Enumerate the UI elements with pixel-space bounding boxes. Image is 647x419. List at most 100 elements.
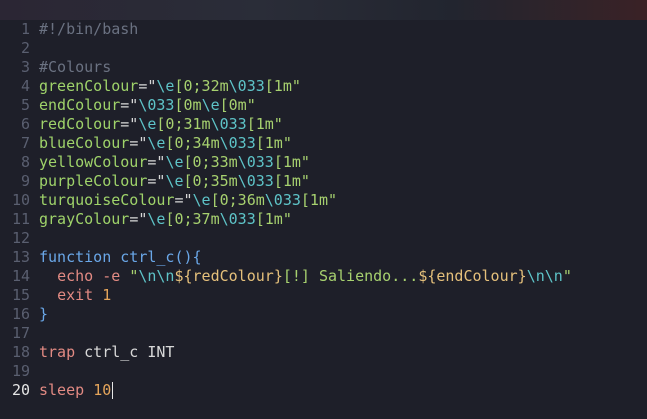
- line-number: 7: [20, 134, 30, 152]
- line-code[interactable]: redColour="\e[0;31m\033[1m": [39, 115, 283, 134]
- code-token: (){: [174, 248, 202, 266]
- code-token: [0;32m: [174, 77, 229, 95]
- code-line[interactable]: 11 grayColour="\e[0;37m\033[1m": [0, 210, 647, 229]
- line-number: 3: [20, 58, 30, 76]
- code-token: ${: [418, 267, 437, 285]
- code-token: greenColour: [39, 77, 139, 95]
- code-token: endColour: [436, 267, 518, 285]
- code-token: \e: [201, 96, 220, 114]
- text-editor[interactable]: 1 #!/bin/bash 2 3 #Colours 4 greenColour="\e[0…: [0, 0, 647, 419]
- code-token: \033: [138, 96, 175, 114]
- code-line[interactable]: 20 sleep 10: [0, 381, 647, 400]
- code-token: \033: [219, 210, 256, 228]
- code-token: \e: [192, 191, 211, 209]
- text-cursor: [112, 382, 114, 399]
- code-token: }: [39, 305, 49, 323]
- code-token: [0;31m: [156, 115, 211, 133]
- code-token: [1m": [273, 153, 310, 171]
- line-number: 4: [20, 77, 30, 95]
- code-token: [1m": [255, 134, 292, 152]
- line-number: 19: [11, 362, 30, 380]
- code-line[interactable]: 7 blueColour="\e[0;34m\033[1m": [0, 134, 647, 153]
- line-code[interactable]: grayColour="\e[0;37m\033[1m": [39, 210, 292, 229]
- code-token: [!] Saliendo...: [282, 267, 419, 285]
- line-number: 5: [20, 96, 30, 114]
- code-token: function: [39, 248, 112, 266]
- code-token: =": [129, 210, 148, 228]
- code-token: [0;35m: [183, 172, 238, 190]
- code-line[interactable]: 1 #!/bin/bash: [0, 20, 647, 39]
- code-line[interactable]: 18 trap ctrl_c INT: [0, 343, 647, 362]
- line-code[interactable]: yellowColour="\e[0;33m\033[1m": [39, 153, 310, 172]
- code-line[interactable]: 9 purpleColour="\e[0;35m\033[1m": [0, 172, 647, 191]
- code-token: #Colours: [39, 58, 112, 76]
- line-code[interactable]: turquoiseColour="\e[0;36m\033[1m": [39, 191, 337, 210]
- code-line[interactable]: 2: [0, 39, 647, 58]
- line-number: 16: [11, 305, 30, 323]
- code-line[interactable]: 5 endColour="\033[0m\e[0m": [0, 96, 647, 115]
- line-code[interactable]: purpleColour="\e[0;35m\033[1m": [39, 172, 310, 191]
- code-token: \n\n: [138, 267, 175, 285]
- line-number: 17: [11, 324, 30, 342]
- code-line[interactable]: 12: [0, 229, 647, 248]
- code-token: yellowColour: [39, 153, 148, 171]
- code-token: [0m: [174, 96, 202, 114]
- code-token: =": [120, 96, 139, 114]
- code-line[interactable]: 3 #Colours: [0, 58, 647, 77]
- code-line[interactable]: 10 turquoiseColour="\e[0;36m\033[1m": [0, 191, 647, 210]
- line-number: 14: [11, 267, 30, 285]
- code-token: [0;34m: [165, 134, 220, 152]
- code-lines[interactable]: 1 #!/bin/bash 2 3 #Colours 4 greenColour="\e[0…: [0, 20, 647, 400]
- line-code[interactable]: endColour="\033[0m\e[0m": [39, 96, 256, 115]
- code-token: echo: [57, 267, 94, 285]
- code-token: }: [273, 267, 283, 285]
- code-token: [0;33m: [183, 153, 238, 171]
- line-number: 20: [11, 381, 30, 399]
- line-code[interactable]: echo -e "\n\n${redColour}[!] Saliendo...…: [39, 267, 572, 286]
- line-number: 2: [20, 39, 30, 57]
- line-code[interactable]: }: [39, 305, 48, 324]
- code-token: \033: [237, 172, 274, 190]
- code-token: blueColour: [39, 134, 130, 152]
- code-token: 10: [93, 381, 112, 399]
- line-code[interactable]: trap ctrl_c INT: [39, 343, 174, 362]
- code-line[interactable]: 14 echo -e "\n\n${redColour}[!] Saliendo…: [0, 267, 647, 286]
- line-code[interactable]: exit 1: [39, 286, 111, 305]
- code-token: 1: [102, 286, 112, 304]
- code-line[interactable]: 15 exit 1: [0, 286, 647, 305]
- line-code[interactable]: greenColour="\e[0;32m\033[1m": [39, 77, 301, 96]
- line-code[interactable]: sleep 10: [39, 381, 114, 400]
- line-number: 15: [11, 286, 30, 304]
- code-line[interactable]: 8 yellowColour="\e[0;33m\033[1m": [0, 153, 647, 172]
- line-code[interactable]: function ctrl_c(){: [39, 248, 202, 267]
- line-code[interactable]: blueColour="\e[0;34m\033[1m": [39, 134, 292, 153]
- code-line[interactable]: 17: [0, 324, 647, 343]
- code-token: \n\n: [526, 267, 563, 285]
- line-code[interactable]: #!/bin/bash: [39, 20, 138, 39]
- code-line[interactable]: 19: [0, 362, 647, 381]
- code-line[interactable]: 6 redColour="\e[0;31m\033[1m": [0, 115, 647, 134]
- code-token: =": [120, 115, 139, 133]
- line-number: 8: [20, 153, 30, 171]
- code-line[interactable]: 13 function ctrl_c(){: [0, 248, 647, 267]
- code-token: [1m": [264, 77, 301, 95]
- code-token: ": [562, 267, 572, 285]
- code-line[interactable]: 4 greenColour="\e[0;32m\033[1m": [0, 77, 647, 96]
- line-number: 1: [20, 20, 30, 38]
- line-code[interactable]: #Colours: [39, 58, 111, 77]
- code-token: \e: [147, 134, 166, 152]
- code-line[interactable]: 16}: [0, 305, 647, 324]
- code-token: \033: [210, 115, 247, 133]
- code-token: grayColour: [39, 210, 130, 228]
- code-token: \033: [237, 153, 274, 171]
- code-token: [1m": [255, 210, 292, 228]
- code-token: sleep: [39, 381, 85, 399]
- code-token: \e: [165, 172, 184, 190]
- code-token: redColour: [39, 115, 121, 133]
- code-token: #!/bin/bash: [39, 20, 139, 38]
- line-number: 18: [11, 343, 30, 361]
